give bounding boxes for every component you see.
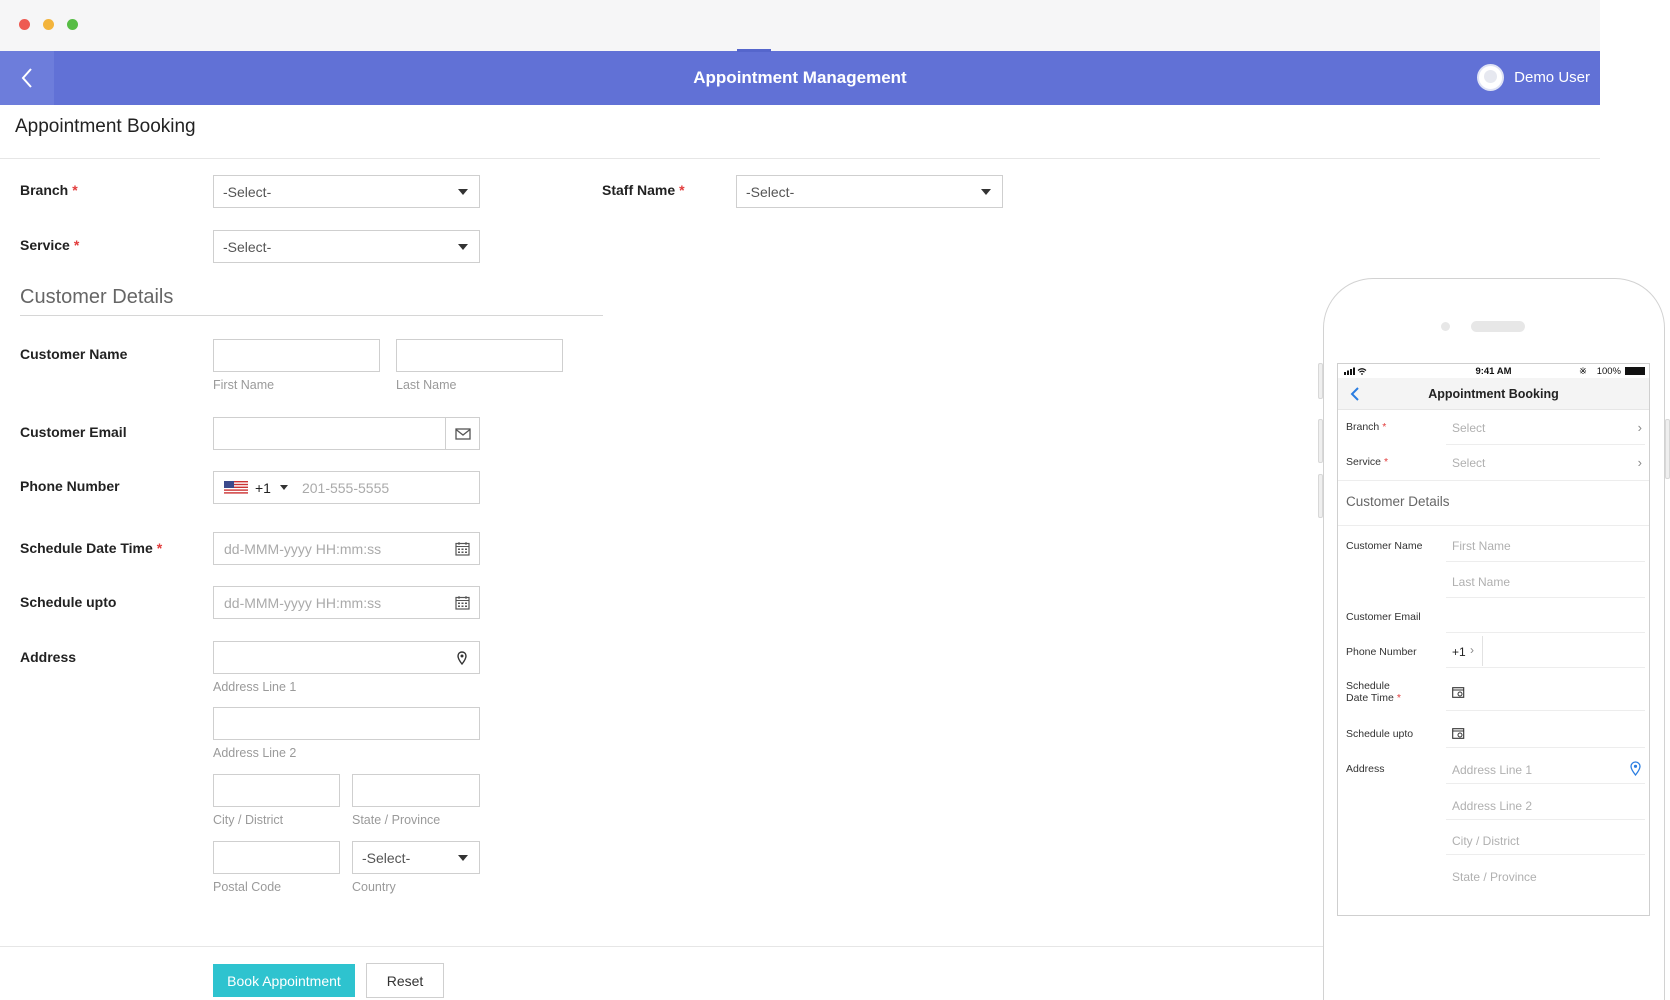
- window-titlebar: [0, 0, 1600, 51]
- schedule-date-time-label: Schedule Date Time *: [20, 540, 163, 556]
- state-input[interactable]: [352, 774, 480, 807]
- close-window-button[interactable]: [19, 19, 30, 30]
- address-line2-hint: Address Line 2: [213, 746, 297, 760]
- us-flag-icon: [224, 481, 248, 494]
- schedule-upto-input[interactable]: dd-MMM-yyyy HH:mm:ss: [213, 586, 480, 619]
- zoom-window-button[interactable]: [67, 19, 78, 30]
- user-name: Demo User: [1514, 69, 1590, 86]
- mobile-first-name-input[interactable]: First Name: [1452, 539, 1511, 553]
- calendar-icon[interactable]: [1452, 686, 1465, 698]
- email-icon: [445, 418, 479, 449]
- section-title-customer-details: Customer Details: [20, 286, 174, 308]
- chevron-right-icon: ›: [1637, 455, 1642, 470]
- address-line1-input[interactable]: [213, 641, 480, 674]
- mobile-state-input[interactable]: State / Province: [1452, 870, 1537, 884]
- caret-down-icon: [458, 244, 468, 250]
- phone-placeholder: 201-555-5555: [301, 479, 390, 496]
- staff-name-select[interactable]: -Select-: [736, 175, 1003, 208]
- country-hint: Country: [352, 880, 396, 894]
- country-select[interactable]: -Select-: [352, 841, 480, 874]
- location-pin-icon: [445, 642, 479, 673]
- reset-button[interactable]: Reset: [366, 963, 444, 998]
- chevron-right-icon: ›: [1637, 420, 1642, 435]
- minimize-window-button[interactable]: [43, 19, 54, 30]
- address-label: Address: [20, 649, 77, 665]
- email-field[interactable]: [213, 417, 480, 450]
- battery-icon: [1625, 367, 1645, 375]
- branch-select[interactable]: -Select-: [213, 175, 480, 208]
- address-line2-input[interactable]: [213, 707, 480, 740]
- section-divider: [20, 315, 603, 316]
- country-code[interactable]: +1: [255, 480, 271, 496]
- app-header: Appointment Management Demo User: [0, 49, 1600, 105]
- footer-divider: [0, 946, 1323, 947]
- mobile-screen: 9:41 AM ※ 100% Appointment Booking Branc…: [1337, 363, 1650, 916]
- city-input[interactable]: [213, 774, 340, 807]
- mobile-nav-bar: Appointment Booking: [1338, 378, 1649, 410]
- city-hint: City / District: [213, 813, 284, 827]
- mobile-last-name-input[interactable]: Last Name: [1452, 575, 1510, 589]
- mobile-email-input[interactable]: [1446, 632, 1645, 633]
- staff-name-label: Staff Name *: [602, 182, 685, 198]
- last-name-input[interactable]: [396, 339, 563, 372]
- camera: [1441, 322, 1450, 331]
- calendar-icon[interactable]: [1452, 727, 1465, 739]
- avatar: [1477, 64, 1505, 91]
- app-title: Appointment Management: [693, 68, 907, 87]
- service-label: Service *: [20, 237, 80, 253]
- user-menu[interactable]: Demo User: [1477, 64, 1590, 91]
- address-line1-hint: Address Line 1: [213, 680, 297, 694]
- divider: [0, 158, 1600, 159]
- schedule-date-time-input[interactable]: dd-MMM-yyyy HH:mm:ss: [213, 532, 480, 565]
- mobile-address-line2-input[interactable]: Address Line 2: [1452, 799, 1532, 813]
- phone-mockup: 9:41 AM ※ 100% Appointment Booking Branc…: [1318, 278, 1670, 1000]
- calendar-icon[interactable]: [445, 533, 479, 564]
- last-name-hint: Last Name: [396, 378, 457, 392]
- postal-code-input[interactable]: [213, 841, 340, 874]
- mobile-city-input[interactable]: City / District: [1452, 834, 1519, 848]
- mobile-phone-code[interactable]: +1: [1452, 645, 1466, 659]
- chevron-right-icon: ›: [1470, 643, 1474, 657]
- mobile-section-customer-details: Customer Details: [1346, 494, 1450, 509]
- state-hint: State / Province: [352, 813, 441, 827]
- first-name-input[interactable]: [213, 339, 380, 372]
- first-name-hint: First Name: [213, 378, 275, 392]
- schedule-upto-label: Schedule upto: [20, 594, 117, 610]
- mobile-address-line1-input[interactable]: Address Line 1: [1452, 763, 1532, 777]
- bluetooth-icon: ※: [1579, 366, 1587, 377]
- caret-down-icon: [458, 855, 468, 861]
- postal-code-hint: Postal Code: [213, 880, 282, 894]
- customer-email-label: Customer Email: [20, 424, 127, 440]
- service-select[interactable]: -Select-: [213, 230, 480, 263]
- phone-number-label: Phone Number: [20, 478, 120, 494]
- caret-down-icon: [981, 189, 991, 195]
- customer-name-label: Customer Name: [20, 346, 128, 362]
- caret-down-icon: [458, 189, 468, 195]
- speaker: [1471, 321, 1525, 332]
- book-appointment-button[interactable]: Book Appointment: [213, 964, 355, 997]
- page-title: Appointment Booking: [15, 116, 196, 137]
- phone-field[interactable]: +1 201-555-5555: [213, 471, 480, 504]
- caret-down-icon: [279, 485, 288, 490]
- status-bar: 9:41 AM ※ 100%: [1338, 364, 1649, 378]
- branch-label: Branch *: [20, 182, 78, 198]
- calendar-icon[interactable]: [445, 587, 479, 618]
- location-pin-icon: [1630, 761, 1641, 776]
